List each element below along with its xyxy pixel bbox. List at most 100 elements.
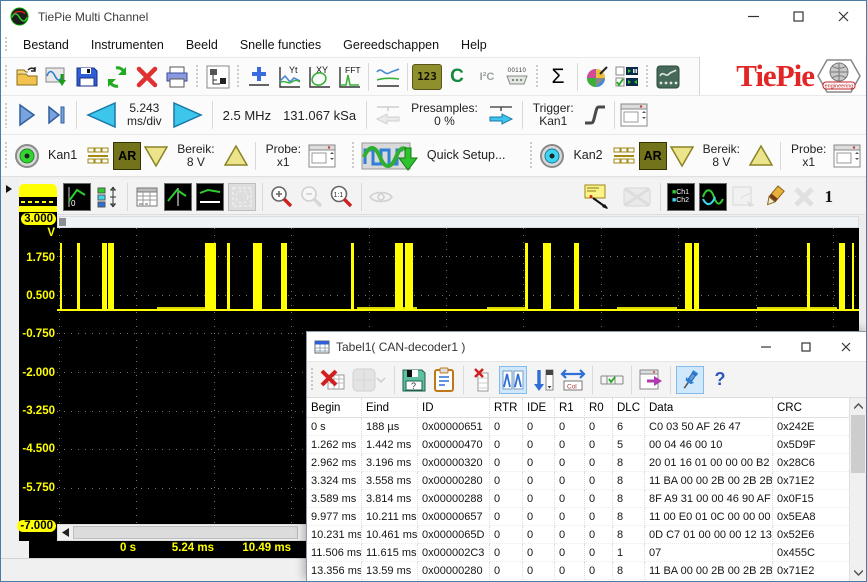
table-row[interactable]: 1.262 ms1.442 ms0x000004700000500 04 46 … — [307, 436, 849, 454]
delete-table-button[interactable] — [319, 366, 347, 394]
toolbar-grip[interactable] — [4, 102, 9, 129]
table-row[interactable]: 3.324 ms3.558 ms0x000002800000811 BA 00 … — [307, 472, 849, 490]
toolbar-grip[interactable] — [4, 141, 9, 170]
channel1-range-down-button[interactable] — [141, 141, 171, 171]
toolbar-grip[interactable] — [529, 141, 534, 170]
table-title-bar[interactable]: Tabel1( CAN-decoder1 ) — [307, 332, 866, 361]
column-header-dlc[interactable]: DLC — [613, 398, 645, 418]
menu-item-gereedschappen[interactable]: Gereedschappen — [332, 35, 450, 55]
channel2-range-up-button[interactable] — [746, 141, 776, 171]
menu-item-snelle-functies[interactable]: Snelle functies — [229, 35, 332, 55]
column-header-r1[interactable]: R1 — [555, 398, 585, 418]
color-settings-button[interactable] — [582, 62, 612, 92]
pin-window-button[interactable] — [676, 366, 704, 394]
toolbar-grip[interactable] — [535, 64, 540, 90]
table-view-button[interactable] — [134, 184, 160, 210]
zoom-in-button[interactable] — [269, 184, 295, 210]
toolbar-grip[interactable] — [4, 64, 9, 90]
sidebar-collapse-arrow[interactable] — [6, 185, 12, 193]
column-header-r0[interactable]: R0 — [585, 398, 613, 418]
table-row[interactable]: 9.977 ms10.211 ms0x000006570000811 00 E0… — [307, 508, 849, 526]
table-maximize-button[interactable] — [786, 332, 826, 361]
start-measurement-button[interactable] — [12, 100, 42, 130]
column-header-ide[interactable]: IDE — [523, 398, 555, 418]
refresh-button[interactable] — [102, 62, 132, 92]
object-tree-button[interactable] — [203, 62, 233, 92]
serial-decoder-button[interactable]: 00110 — [502, 62, 532, 92]
channel2-settings-button[interactable] — [832, 141, 862, 171]
column-header-data[interactable]: Data — [645, 398, 773, 418]
quick-setup-icon[interactable] — [359, 141, 421, 171]
plot-top-scrollbar[interactable] — [57, 216, 859, 228]
start-stop-settings-button[interactable] — [612, 62, 642, 92]
minimize-button[interactable] — [731, 1, 776, 32]
analog-graph-button[interactable] — [164, 183, 192, 211]
scroll-down-button[interactable] — [850, 565, 866, 581]
table-minimize-button[interactable] — [746, 332, 786, 361]
channel2-range-down-button[interactable] — [667, 141, 697, 171]
column-header-begin[interactable]: Begin — [307, 398, 362, 418]
save-button[interactable] — [72, 62, 102, 92]
print-button[interactable] — [162, 62, 192, 92]
table-row[interactable]: 0 s188 µs0x0000065100006C0 03 50 AF 26 4… — [307, 418, 849, 436]
table-scroll-thumb[interactable] — [851, 415, 865, 473]
sort-descending-button[interactable] — [529, 366, 557, 394]
remove-column-button[interactable] — [469, 366, 497, 394]
scope-preview-button[interactable] — [699, 183, 727, 211]
menu-item-instrumenten[interactable]: Instrumenten — [80, 35, 175, 55]
column-header-rtr[interactable]: RTR — [490, 398, 523, 418]
menu-item-help[interactable]: Help — [450, 35, 498, 55]
channel2-coupling-icon[interactable] — [609, 141, 639, 171]
digital-graph-button[interactable] — [196, 183, 224, 211]
channel1-range-up-button[interactable] — [221, 141, 251, 171]
fft-graph-button[interactable]: FFT — [334, 62, 364, 92]
zoom-reset-button[interactable]: 1:1 — [329, 184, 355, 210]
axis-zero-button[interactable]: 0 — [63, 183, 91, 211]
maximize-button[interactable] — [776, 1, 821, 32]
legend-button[interactable]: ■Ch1■Ch2 — [667, 183, 695, 211]
data-collector-button[interactable] — [653, 62, 683, 92]
channel-axis-tab[interactable] — [19, 184, 57, 212]
quick-setup-label[interactable]: Quick Setup... — [421, 149, 512, 162]
open-button[interactable] — [12, 62, 42, 92]
table-row[interactable]: 13.356 ms13.59 ms0x000002800000811 BA 00… — [307, 562, 849, 580]
autofit-columns-button[interactable] — [499, 366, 527, 394]
toolbar-grip[interactable] — [645, 64, 650, 90]
table-v-scrollbar[interactable] — [849, 398, 866, 581]
channel-levels-button[interactable] — [95, 184, 121, 210]
column-header-id[interactable]: ID — [418, 398, 490, 418]
table-export-button[interactable] — [637, 366, 665, 394]
menu-item-bestand[interactable]: Bestand — [12, 35, 80, 55]
channel1-bnc-icon[interactable] — [12, 141, 42, 171]
math-sum-button[interactable]: Σ — [543, 62, 573, 92]
scroll-up-button[interactable] — [850, 398, 866, 414]
yt-graph-button[interactable]: Yt — [274, 62, 304, 92]
table-row[interactable]: 11.506 ms11.615 ms0x000002C300001070x455… — [307, 544, 849, 562]
scrollbar-thumb[interactable] — [73, 526, 298, 539]
column-header-crc[interactable]: CRC — [773, 398, 851, 418]
toolbar-grip[interactable] — [310, 367, 315, 392]
add-comment-button[interactable] — [582, 184, 616, 210]
table-close-button[interactable] — [826, 332, 866, 361]
table-save-button[interactable]: ? — [400, 366, 428, 394]
channel1-autorange-button[interactable]: AR — [113, 142, 141, 170]
table-row[interactable]: 10.231 ms10.461 ms0x0000065D000080D C7 0… — [307, 526, 849, 544]
menu-grip[interactable] — [4, 36, 9, 54]
table-help-button[interactable]: ? — [706, 366, 734, 394]
table-row[interactable]: 3.589 ms3.814 ms0x00000288000088F A9 31 … — [307, 490, 849, 508]
close-button[interactable] — [821, 1, 866, 32]
i2c-decoder-button[interactable]: I²C — [472, 62, 502, 92]
column-header-eind[interactable]: Eind — [362, 398, 418, 418]
import-signal-button[interactable] — [42, 62, 72, 92]
add-instrument-button[interactable] — [244, 62, 274, 92]
menu-item-beeld[interactable]: Beeld — [175, 35, 229, 55]
scroll-left-button[interactable] — [58, 525, 73, 540]
table-row[interactable]: 2.962 ms3.196 ms0x000003200000820 01 16 … — [307, 454, 849, 472]
table-copy-button[interactable] — [430, 366, 458, 394]
channel2-autorange-button[interactable]: AR — [639, 142, 667, 170]
scope-settings-button[interactable] — [619, 100, 649, 130]
meter-display-button[interactable]: 123 — [412, 62, 442, 92]
column-width-button[interactable]: Col — [559, 366, 587, 394]
channel1-settings-button[interactable] — [307, 141, 337, 171]
delete-button[interactable] — [132, 62, 162, 92]
